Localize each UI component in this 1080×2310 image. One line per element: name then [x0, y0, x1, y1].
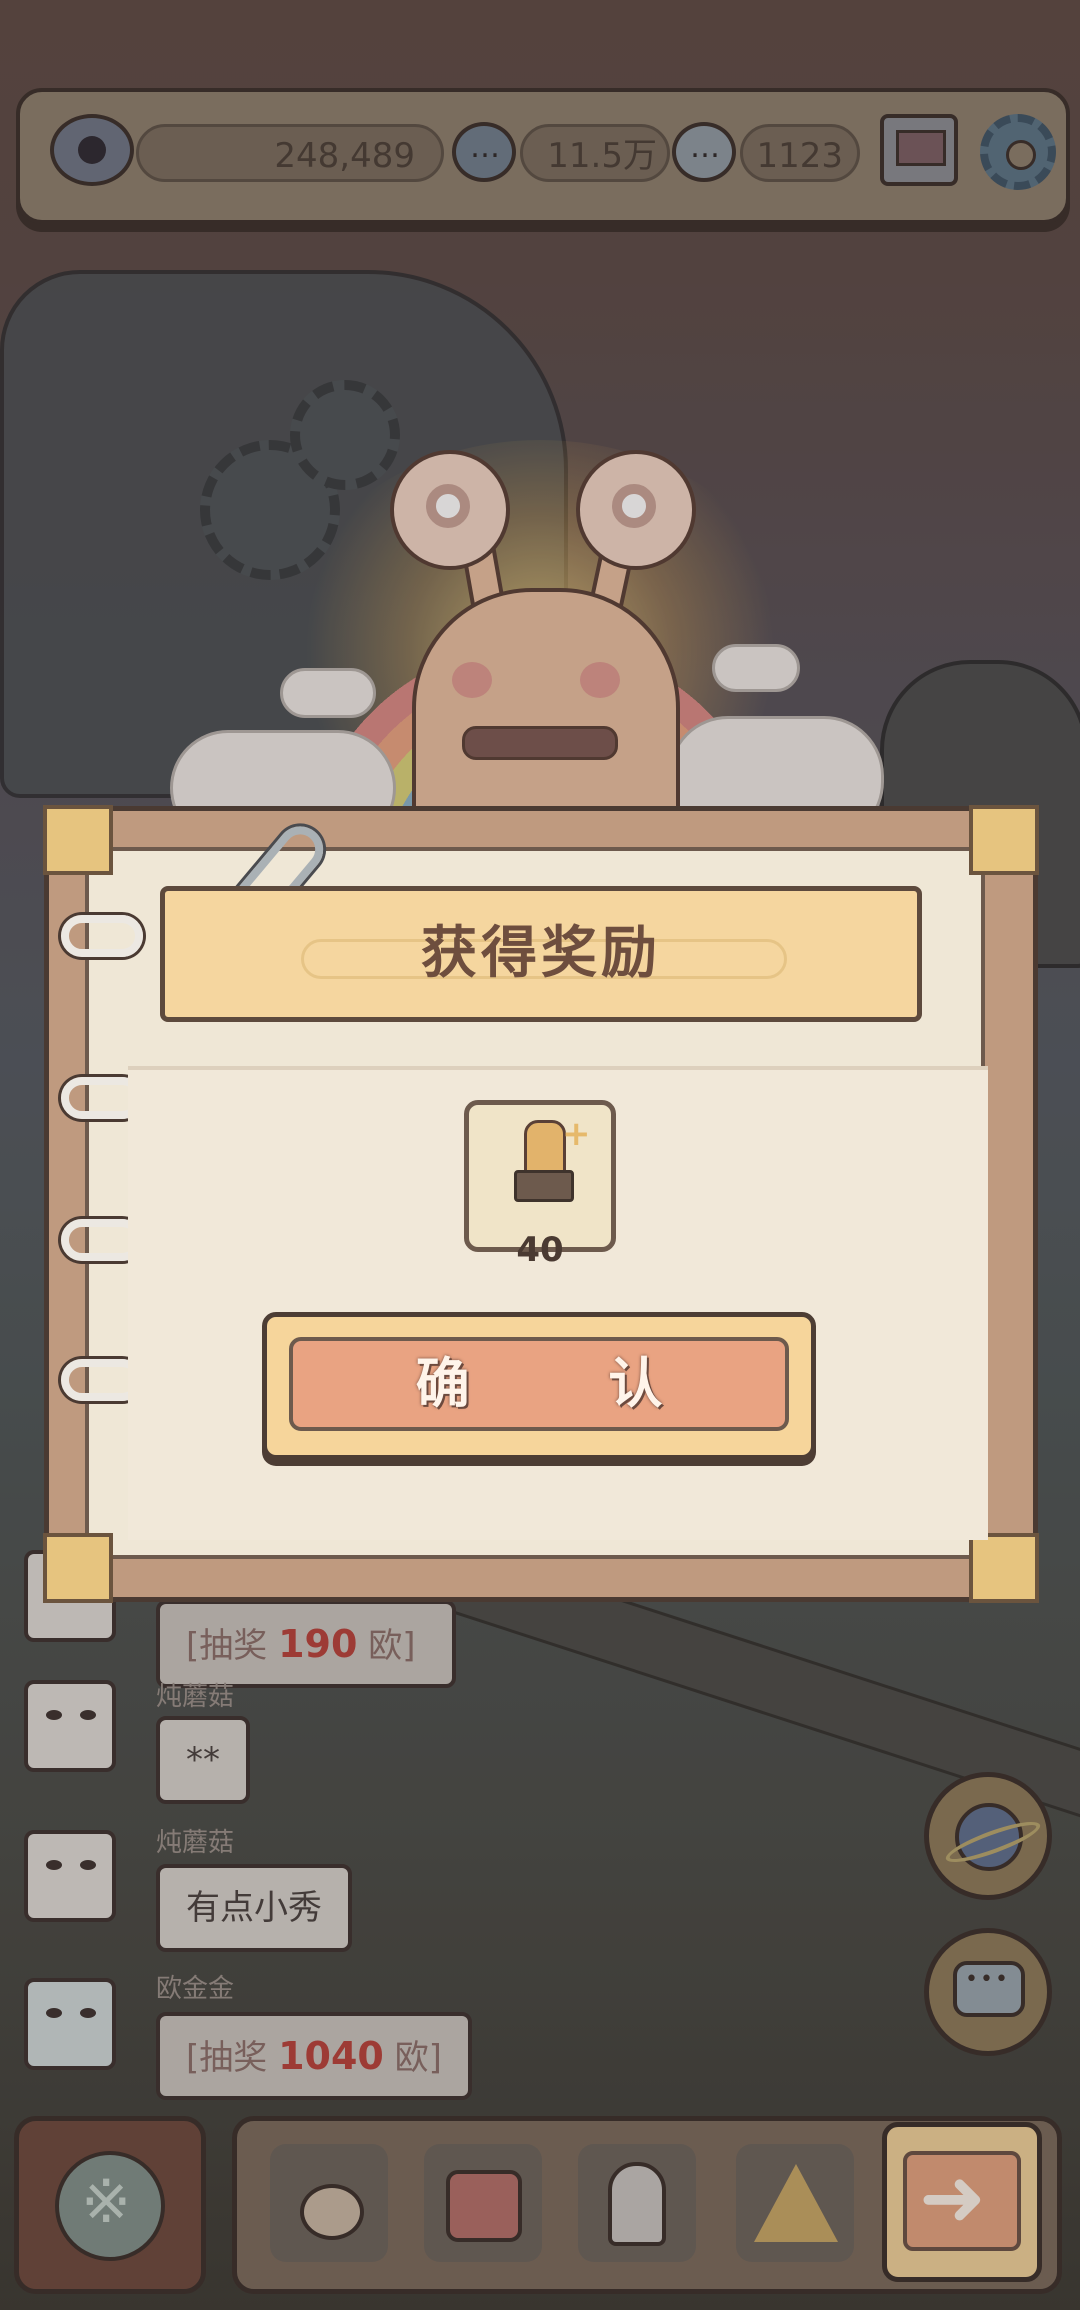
confirm-button[interactable]: 确 认 — [262, 1312, 816, 1460]
dialog-corner — [969, 1533, 1039, 1603]
binder-ring — [61, 915, 143, 957]
dialog-title: 获得奖励 — [421, 921, 661, 986]
plus-icon: + — [562, 1114, 591, 1154]
dialog-corner — [43, 805, 113, 875]
trophy-hand-icon: + — [510, 1114, 591, 1202]
dialog-corner — [969, 805, 1039, 875]
confirm-label: 确 认 — [289, 1337, 789, 1431]
dialog-title-banner: 获得奖励 — [160, 886, 922, 1022]
statue-base-shape — [514, 1170, 574, 1202]
reward-count: 40 — [516, 1230, 564, 1270]
dialog-corner — [43, 1533, 113, 1603]
